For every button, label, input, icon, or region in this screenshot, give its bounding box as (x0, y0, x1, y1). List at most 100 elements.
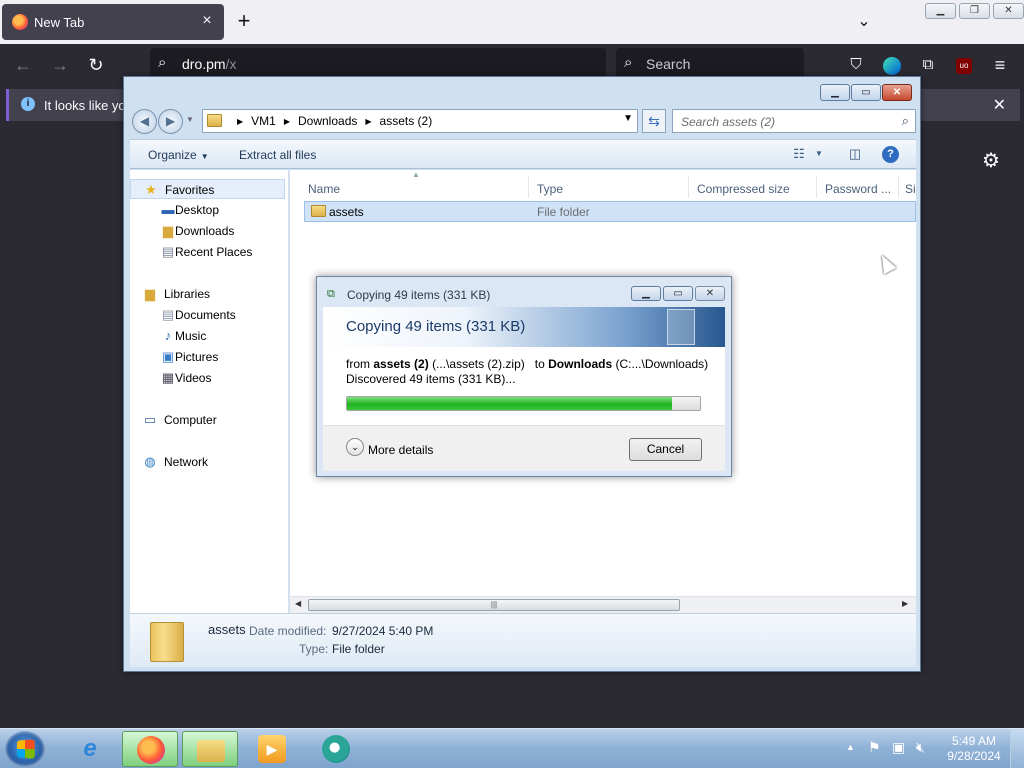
column-header-password[interactable]: Password ... (825, 182, 891, 196)
table-row[interactable]: assets File folder (304, 201, 916, 222)
help-icon[interactable]: ? (882, 146, 899, 163)
action-center-flag-icon[interactable]: ⚑ (868, 739, 881, 756)
minimize-button[interactable]: ▁ (820, 84, 850, 101)
more-details-link[interactable]: More details (368, 443, 433, 457)
recent-pages-icon[interactable]: ▼ (186, 115, 194, 124)
taskbar-internet-explorer[interactable]: e (62, 731, 118, 767)
preview-pane-icon[interactable]: ◫ (846, 146, 864, 162)
documents-icon: ▤ (161, 307, 175, 322)
breadcrumb-separator-icon[interactable]: ▶ (365, 117, 371, 126)
sidebar-item-documents[interactable]: ▤ Documents (130, 305, 285, 325)
start-button[interactable] (5, 731, 45, 767)
sidebar-item-recent-places[interactable]: ▤ Recent Places (130, 242, 285, 262)
sidebar-item-downloads[interactable]: ▆ Downloads (130, 221, 285, 241)
sidebar-item-libraries[interactable]: ▆ Libraries (130, 284, 285, 304)
taskbar-windows-explorer[interactable] (182, 731, 238, 767)
column-divider[interactable] (688, 176, 689, 198)
scroll-left-icon[interactable]: ◀ (295, 599, 301, 608)
gear-icon[interactable]: ⚙ (982, 148, 1000, 173)
chevron-down-icon[interactable]: ⌄ (346, 438, 364, 456)
menu-icon[interactable]: ≡ (988, 53, 1012, 77)
breadcrumb-separator-icon[interactable]: ▶ (284, 117, 290, 126)
close-notification-icon[interactable]: ✕ (993, 95, 1006, 115)
breadcrumb-item[interactable]: Downloads (298, 114, 357, 128)
breadcrumb-item[interactable]: VM1 (251, 114, 276, 128)
sidebar-item-computer[interactable]: ▭ Computer (130, 410, 285, 430)
folder-icon (197, 740, 225, 762)
taskbar-firefox[interactable] (122, 731, 178, 767)
reload-icon[interactable]: ↻ (84, 53, 108, 77)
explorer-search-input[interactable]: Search assets (2) ⌕ (672, 109, 916, 133)
ublock-icon[interactable]: uo (952, 53, 976, 77)
column-header-type[interactable]: Type (537, 182, 563, 196)
extensions-icon[interactable]: ⧉ (916, 53, 940, 77)
pocket-icon[interactable]: ⛉ (844, 53, 868, 77)
address-row: ◀ ▶ ▼ ▶ VM1 ▶ Downloads ▶ assets (2) ▼ ⇆ Sear… (130, 109, 916, 134)
address-dropdown-icon[interactable]: ▼ (623, 113, 633, 124)
tab-title: New Tab (34, 15, 85, 30)
taskbar-media-player[interactable]: ▶ (244, 731, 300, 767)
forward-button[interactable]: ▶ (158, 109, 183, 134)
progress-bar (346, 396, 701, 411)
clock-time: 5:49 AM (951, 734, 997, 748)
close-button[interactable]: ✕ (695, 286, 725, 301)
column-header-compressed-size[interactable]: Compressed size (697, 182, 790, 196)
volume-muted-icon[interactable]: 🔇︎ (916, 739, 925, 756)
maximize-button[interactable]: ▭ (663, 286, 693, 301)
search-icon: ⌕ (158, 54, 167, 71)
new-tab-button[interactable]: + (232, 9, 256, 33)
taskbar-app[interactable] (308, 731, 364, 767)
organize-button[interactable]: Organize ▼ (148, 148, 209, 162)
dialog-heading: Copying 49 items (331 KB) (346, 318, 526, 335)
firefox-window-controls: ▁ ❐ ✕ (925, 3, 1024, 19)
back-icon[interactable]: ← (11, 53, 35, 77)
horizontal-scrollbar[interactable]: ◀ ||| ▶ (290, 596, 916, 613)
to-name[interactable]: Downloads (548, 357, 612, 371)
sidebar-item-pictures[interactable]: ▣ Pictures (130, 347, 285, 367)
column-header-size[interactable]: Si (905, 182, 916, 196)
music-icon: ♪ (164, 328, 172, 343)
system-clock[interactable]: 5:49 AM 9/28/2024 (946, 734, 1002, 764)
extract-all-button[interactable]: Extract all files (239, 148, 316, 162)
column-header-name[interactable]: Name (308, 182, 340, 196)
refresh-icon[interactable]: ⇆ (642, 109, 666, 133)
list-all-tabs-icon[interactable]: ⌄ (852, 10, 876, 34)
column-divider[interactable] (816, 176, 817, 198)
account-icon[interactable] (880, 53, 904, 77)
close-button[interactable]: ✕ (882, 84, 912, 101)
sidebar-item-music[interactable]: ♪ Music (130, 326, 285, 346)
back-button[interactable]: ◀ (132, 109, 157, 134)
scrollbar-thumb[interactable]: ||| (308, 599, 680, 611)
sidebar-item-label: Downloads (175, 224, 235, 238)
breadcrumb-item[interactable]: assets (2) (380, 114, 433, 128)
computer-icon: ▭ (143, 412, 157, 427)
sidebar-item-network[interactable]: ◍ Network (130, 452, 285, 472)
sidebar-item-desktop[interactable]: ▬ Desktop (130, 200, 285, 220)
view-options-icon[interactable]: ☷ (790, 146, 808, 162)
sidebar-item-favorites[interactable]: ★ Favorites (130, 179, 285, 199)
network-icon[interactable]: ▣ (892, 739, 905, 756)
sidebar-item-videos[interactable]: ▦ Videos (130, 368, 285, 388)
star-icon: ★ (145, 182, 157, 197)
show-hidden-icons[interactable]: ▲ (846, 742, 855, 752)
show-desktop-button[interactable] (1010, 729, 1024, 768)
restore-button[interactable]: ❐ (959, 3, 990, 19)
breadcrumb-separator-icon[interactable]: ▶ (237, 117, 243, 126)
chevron-down-icon[interactable]: ▼ (810, 146, 828, 162)
minimize-button[interactable]: ▁ (631, 286, 661, 301)
close-button[interactable]: ✕ (993, 3, 1024, 19)
from-name[interactable]: assets (2) (373, 357, 428, 371)
minimize-button[interactable]: ▁ (925, 3, 956, 19)
column-divider[interactable] (898, 176, 899, 198)
close-tab-icon[interactable]: × (198, 12, 216, 30)
url-path: /x (225, 56, 237, 72)
search-placeholder: Search assets (2) (681, 115, 776, 129)
forward-icon[interactable]: → (48, 53, 72, 77)
maximize-button[interactable]: ▭ (851, 84, 881, 101)
scroll-right-icon[interactable]: ▶ (902, 599, 908, 608)
videos-icon: ▦ (161, 370, 175, 385)
column-divider[interactable] (528, 176, 529, 198)
cancel-button[interactable]: Cancel (629, 438, 702, 461)
tab-new-tab[interactable]: New Tab × (2, 4, 224, 40)
address-bar[interactable]: ▶ VM1 ▶ Downloads ▶ assets (2) ▼ (202, 109, 638, 133)
